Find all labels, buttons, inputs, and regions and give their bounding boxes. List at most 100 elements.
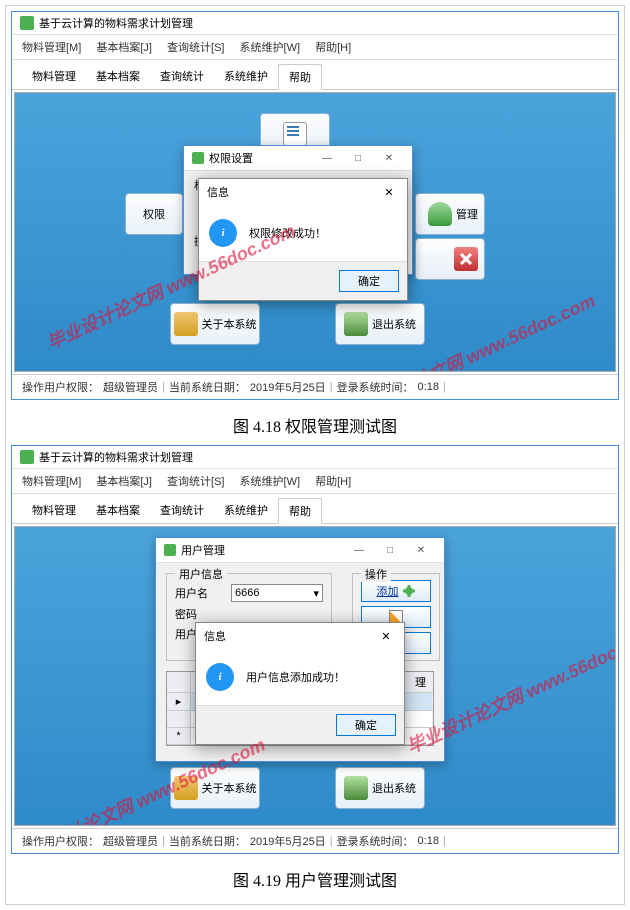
tab-material[interactable]: 物料管理 <box>22 498 86 523</box>
menu-archive[interactable]: 基本档案[J] <box>96 476 152 488</box>
tab-maintain[interactable]: 系统维护 <box>214 64 278 89</box>
dialog-icon <box>164 544 176 556</box>
tab-material[interactable]: 物料管理 <box>22 64 86 89</box>
msg-titlebar: 信息 ✕ <box>196 623 404 649</box>
msg-ok-button[interactable]: 确定 <box>336 714 396 736</box>
chevron-down-icon: ▾ <box>313 587 319 600</box>
tab-help[interactable]: 帮助 <box>278 64 322 90</box>
tab-archive[interactable]: 基本档案 <box>86 498 150 523</box>
tab-query[interactable]: 查询统计 <box>150 64 214 89</box>
add-label: 添加 <box>377 583 399 599</box>
menu-help[interactable]: 帮助[H] <box>315 476 351 488</box>
box-icon <box>174 776 198 800</box>
password-label: 密码 <box>175 606 225 622</box>
menu-maintain[interactable]: 系统维护[W] <box>240 42 301 54</box>
message-box: 信息 ✕ i 用户信息添加成功！ 确定 <box>195 622 405 745</box>
status-date-label: 当前系统日期： <box>169 833 246 849</box>
msg-title: 信息 <box>207 184 229 200</box>
add-button[interactable]: 添加 <box>361 580 431 602</box>
dialog-min-button[interactable]: — <box>344 542 374 558</box>
user-info-legend: 用户信息 <box>175 566 227 582</box>
perm-label: 权限 <box>143 206 165 222</box>
status-login-value: 0:18 <box>418 835 439 847</box>
status-user-label: 操作用户权限： <box>22 379 99 395</box>
close-button-right[interactable] <box>415 238 485 280</box>
status-login-label: 登录系统时间： <box>337 379 414 395</box>
about-button[interactable]: 关于本系统 <box>170 303 260 345</box>
menubar: 物料管理[M] 基本档案[J] 查询统计[S] 系统维护[W] 帮助[H] <box>12 469 618 494</box>
close-icon <box>454 247 478 271</box>
status-user-value: 超级管理员 <box>103 833 158 849</box>
window-title: 基于云计算的物料需求计划管理 <box>39 449 610 465</box>
status-date-label: 当前系统日期： <box>169 379 246 395</box>
dialog-titlebar: 用户管理 — □ ✕ <box>156 538 444 563</box>
about-label: 关于本系统 <box>202 316 257 332</box>
statusbar: 操作用户权限： 超级管理员 | 当前系统日期： 2019年5月25日 | 登录系… <box>12 374 618 399</box>
status-login-value: 0:18 <box>418 381 439 393</box>
app-window-2: 基于云计算的物料需求计划管理 物料管理[M] 基本档案[J] 查询统计[S] 系… <box>11 445 619 854</box>
statusbar: 操作用户权限： 超级管理员 | 当前系统日期： 2019年5月25日 | 登录系… <box>12 828 618 853</box>
exit-label: 退出系统 <box>372 780 416 796</box>
msg-text: 权限修改成功！ <box>249 225 326 241</box>
about-button[interactable]: 关于本系统 <box>170 767 260 809</box>
info-icon: i <box>209 219 237 247</box>
info-icon: i <box>206 663 234 691</box>
box-icon <box>174 312 198 336</box>
door-icon <box>344 312 368 336</box>
status-date-value: 2019年5月25日 <box>250 833 326 849</box>
workspace: 关于本系统 退出系统 用户管理 — □ ✕ 用户信息 <box>14 526 616 826</box>
figure-caption-2: 图 4.19 用户管理测试图 <box>11 859 619 899</box>
menu-material[interactable]: 物料管理[M] <box>22 476 81 488</box>
tab-help[interactable]: 帮助 <box>278 498 322 524</box>
status-user-label: 操作用户权限： <box>22 833 99 849</box>
dialog-close-button[interactable]: ✕ <box>374 150 404 166</box>
username-value: 6666 <box>235 587 259 599</box>
manage-button-right[interactable]: 管理 <box>415 193 485 235</box>
door-icon <box>344 776 368 800</box>
msg-close-button[interactable]: ✕ <box>379 186 399 199</box>
menu-query[interactable]: 查询统计[S] <box>167 42 224 54</box>
msg-titlebar: 信息 ✕ <box>199 179 407 205</box>
menu-maintain[interactable]: 系统维护[W] <box>240 476 301 488</box>
dialog-close-button[interactable]: ✕ <box>406 542 436 558</box>
tab-maintain[interactable]: 系统维护 <box>214 498 278 523</box>
perm-button-left[interactable]: 权限 <box>125 193 183 235</box>
menubar: 物料管理[M] 基本档案[J] 查询统计[S] 系统维护[W] 帮助[H] <box>12 35 618 60</box>
tabbar: 物料管理 基本档案 查询统计 系统维护 帮助 <box>12 60 618 90</box>
plus-icon <box>402 584 416 598</box>
menu-material[interactable]: 物料管理[M] <box>22 42 81 54</box>
msg-ok-button[interactable]: 确定 <box>339 270 399 292</box>
app-window-1: 基于云计算的物料需求计划管理 物料管理[M] 基本档案[J] 查询统计[S] 系… <box>11 11 619 400</box>
menu-query[interactable]: 查询统计[S] <box>167 476 224 488</box>
status-date-value: 2019年5月25日 <box>250 379 326 395</box>
exit-button[interactable]: 退出系统 <box>335 767 425 809</box>
username-combo[interactable]: 6666 ▾ <box>231 584 323 602</box>
menu-help[interactable]: 帮助[H] <box>315 42 351 54</box>
dialog-icon <box>192 152 204 164</box>
dialog-max-button[interactable]: □ <box>343 150 373 166</box>
window-title: 基于云计算的物料需求计划管理 <box>39 15 610 31</box>
menu-archive[interactable]: 基本档案[J] <box>96 42 152 54</box>
message-box: 信息 ✕ i 权限修改成功！ 确定 <box>198 178 408 301</box>
msg-close-button[interactable]: ✕ <box>376 630 396 643</box>
dialog-max-button[interactable]: □ <box>375 542 405 558</box>
username-label: 用户名 <box>175 585 225 601</box>
figure-caption-1: 图 4.18 权限管理测试图 <box>11 405 619 445</box>
titlebar: 基于云计算的物料需求计划管理 <box>12 12 618 35</box>
tab-archive[interactable]: 基本档案 <box>86 64 150 89</box>
note-icon <box>283 122 307 146</box>
status-user-value: 超级管理员 <box>103 379 158 395</box>
dialog-title: 权限设置 <box>209 150 253 166</box>
tabbar: 物料管理 基本档案 查询统计 系统维护 帮助 <box>12 494 618 524</box>
tab-query[interactable]: 查询统计 <box>150 498 214 523</box>
status-login-label: 登录系统时间： <box>337 833 414 849</box>
dialog-title: 用户管理 <box>181 542 225 558</box>
dialog-titlebar: 权限设置 — □ ✕ <box>184 146 412 171</box>
about-label: 关于本系统 <box>202 780 257 796</box>
app-icon <box>20 450 34 464</box>
msg-text: 用户信息添加成功！ <box>246 669 345 685</box>
exit-button[interactable]: 退出系统 <box>335 303 425 345</box>
dialog-min-button[interactable]: — <box>312 150 342 166</box>
msg-title: 信息 <box>204 628 226 644</box>
person-icon <box>428 202 452 226</box>
